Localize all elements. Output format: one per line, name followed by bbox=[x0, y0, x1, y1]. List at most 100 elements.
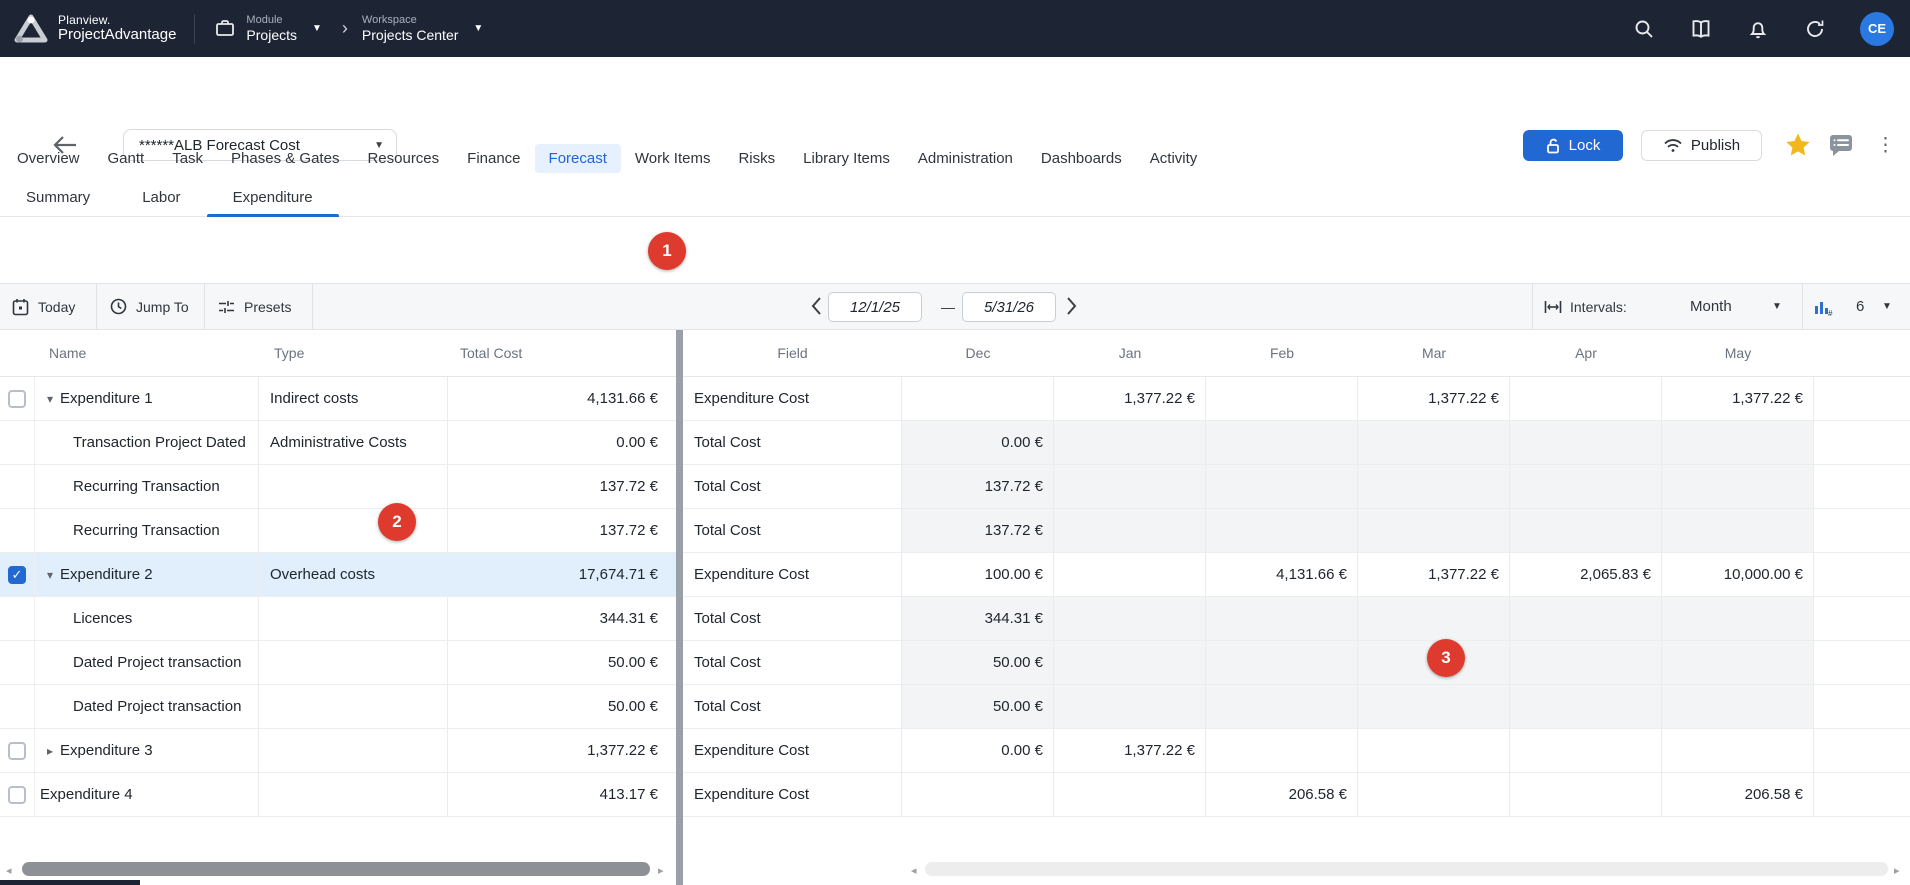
month-value-cell-dec[interactable]: 100.00 € bbox=[902, 553, 1054, 596]
type-cell[interactable] bbox=[259, 685, 448, 728]
tab-overview[interactable]: Overview bbox=[3, 144, 94, 173]
table-row[interactable]: Licences344.31 € bbox=[0, 597, 676, 641]
right-horizontal-scrollbar[interactable] bbox=[925, 862, 1888, 876]
table-row-values[interactable]: Expenditure Cost100.00 €4,131.66 €1,377.… bbox=[683, 553, 1910, 597]
table-row[interactable]: Dated Project transaction 50.00 € bbox=[0, 641, 676, 685]
header-month-dec[interactable]: Dec bbox=[902, 330, 1054, 376]
month-value-cell-may[interactable] bbox=[1662, 729, 1814, 772]
tab-finance[interactable]: Finance bbox=[453, 144, 534, 173]
interval-count-caret-icon[interactable]: ▼ bbox=[1882, 284, 1892, 329]
type-cell[interactable] bbox=[259, 729, 448, 772]
month-value-cell-mar[interactable] bbox=[1358, 465, 1510, 508]
month-value-cell-mar[interactable] bbox=[1358, 509, 1510, 552]
tab-task[interactable]: Task bbox=[158, 144, 217, 173]
total-cost-cell[interactable]: 413.17 € bbox=[448, 773, 676, 816]
name-cell[interactable]: ▸Expenditure 3 bbox=[35, 729, 259, 772]
left-scroll-right-arrow-icon[interactable]: ▸ bbox=[658, 864, 664, 877]
interval-caret-icon[interactable]: ▼ bbox=[1772, 284, 1782, 329]
month-value-cell-apr[interactable]: 2,065.83 € bbox=[1510, 553, 1662, 596]
total-cost-cell[interactable]: 50.00 € bbox=[448, 685, 676, 728]
table-row[interactable]: Dated Project transaction 50.00 € bbox=[0, 685, 676, 729]
collapse-caret-icon[interactable]: ▾ bbox=[40, 568, 60, 582]
type-cell[interactable] bbox=[259, 509, 448, 552]
header-total-cost[interactable]: Total Cost bbox=[448, 330, 676, 376]
name-cell[interactable]: Expenditure 4 bbox=[35, 773, 259, 816]
module-caret-icon[interactable]: ▼ bbox=[312, 23, 322, 34]
month-value-cell-apr[interactable] bbox=[1510, 685, 1662, 728]
month-value-cell-feb[interactable]: 4,131.66 € bbox=[1206, 553, 1358, 596]
tab-gantt[interactable]: Gantt bbox=[94, 144, 159, 173]
range-next-icon[interactable] bbox=[1066, 296, 1078, 316]
month-value-cell-mar[interactable]: 1,377.22 € bbox=[1358, 553, 1510, 596]
bell-icon[interactable] bbox=[1746, 17, 1770, 41]
month-value-cell-may[interactable] bbox=[1662, 597, 1814, 640]
header-month-apr[interactable]: Apr bbox=[1510, 330, 1662, 376]
tab-administration[interactable]: Administration bbox=[904, 144, 1027, 173]
publish-button[interactable]: Publish bbox=[1641, 130, 1762, 161]
table-row-values[interactable]: Total Cost50.00 € bbox=[683, 685, 1910, 729]
tab-resources[interactable]: Resources bbox=[353, 144, 453, 173]
table-row[interactable]: Expenditure 4 413.17 € bbox=[0, 773, 676, 817]
row-checkbox[interactable] bbox=[8, 742, 26, 760]
month-value-cell-jan[interactable] bbox=[1054, 773, 1206, 816]
name-cell[interactable]: ▾Expenditure 1 bbox=[35, 377, 259, 420]
month-value-cell-dec[interactable]: 50.00 € bbox=[902, 641, 1054, 684]
feedback-comment-icon[interactable] bbox=[1828, 133, 1854, 157]
month-value-cell-feb[interactable] bbox=[1206, 685, 1358, 728]
month-value-cell-apr[interactable] bbox=[1510, 465, 1662, 508]
subtab-summary[interactable]: Summary bbox=[0, 182, 116, 216]
month-value-cell-jan[interactable] bbox=[1054, 597, 1206, 640]
month-value-cell-jan[interactable] bbox=[1054, 553, 1206, 596]
month-value-cell-feb[interactable]: 206.58 € bbox=[1206, 773, 1358, 816]
total-cost-cell[interactable]: 137.72 € bbox=[448, 465, 676, 508]
name-cell[interactable]: Recurring Transaction bbox=[35, 465, 259, 508]
month-value-cell-mar[interactable] bbox=[1358, 685, 1510, 728]
subtab-expenditure[interactable]: Expenditure bbox=[207, 182, 339, 216]
collapse-caret-icon[interactable]: ▾ bbox=[40, 392, 60, 406]
range-start-input[interactable]: 12/1/25 bbox=[828, 292, 922, 322]
month-value-cell-apr[interactable] bbox=[1510, 729, 1662, 772]
name-cell[interactable]: Dated Project transaction bbox=[35, 641, 259, 684]
header-name[interactable]: Name bbox=[35, 330, 259, 376]
table-row[interactable]: ▾Expenditure 1Indirect costs4,131.66 € bbox=[0, 377, 676, 421]
month-value-cell-mar[interactable] bbox=[1358, 729, 1510, 772]
tab-phases-gates[interactable]: Phases & Gates bbox=[217, 144, 353, 173]
month-value-cell-apr[interactable] bbox=[1510, 421, 1662, 464]
table-row-values[interactable]: Total Cost137.72 € bbox=[683, 509, 1910, 553]
tab-activity[interactable]: Activity bbox=[1136, 144, 1212, 173]
month-value-cell-jan[interactable] bbox=[1054, 685, 1206, 728]
table-row[interactable]: Recurring Transaction137.72 € bbox=[0, 509, 676, 553]
range-end-input[interactable]: 5/31/26 bbox=[962, 292, 1056, 322]
type-cell[interactable] bbox=[259, 641, 448, 684]
total-cost-cell[interactable]: 1,377.22 € bbox=[448, 729, 676, 772]
month-value-cell-dec[interactable]: 50.00 € bbox=[902, 685, 1054, 728]
left-horizontal-scrollbar[interactable] bbox=[22, 862, 650, 876]
refresh-icon[interactable] bbox=[1803, 17, 1827, 41]
favorite-star-icon[interactable] bbox=[1783, 131, 1813, 159]
name-cell[interactable]: Dated Project transaction bbox=[35, 685, 259, 728]
month-value-cell-may[interactable] bbox=[1662, 641, 1814, 684]
month-value-cell-may[interactable]: 206.58 € bbox=[1662, 773, 1814, 816]
month-value-cell-may[interactable]: 1,377.22 € bbox=[1662, 377, 1814, 420]
left-scroll-left-arrow-icon[interactable]: ◂ bbox=[6, 864, 12, 877]
total-cost-cell[interactable]: 344.31 € bbox=[448, 597, 676, 640]
header-month-mar[interactable]: Mar bbox=[1358, 330, 1510, 376]
month-value-cell-may[interactable] bbox=[1662, 421, 1814, 464]
range-prev-icon[interactable] bbox=[810, 296, 822, 316]
month-value-cell-jan[interactable]: 1,377.22 € bbox=[1054, 729, 1206, 772]
table-row-values[interactable]: Total Cost0.00 € bbox=[683, 421, 1910, 465]
right-scroll-left-arrow-icon[interactable]: ◂ bbox=[911, 864, 917, 877]
month-value-cell-jan[interactable] bbox=[1054, 421, 1206, 464]
today-button[interactable]: Today bbox=[12, 284, 75, 329]
month-value-cell-apr[interactable] bbox=[1510, 641, 1662, 684]
month-value-cell-may[interactable] bbox=[1662, 685, 1814, 728]
month-value-cell-dec[interactable]: 0.00 € bbox=[902, 421, 1054, 464]
name-cell[interactable]: Recurring Transaction bbox=[35, 509, 259, 552]
panel-splitter[interactable] bbox=[676, 330, 683, 885]
row-checkbox[interactable] bbox=[8, 786, 26, 804]
presets-button[interactable]: Presets bbox=[218, 284, 291, 329]
month-value-cell-mar[interactable] bbox=[1358, 421, 1510, 464]
total-cost-cell[interactable]: 50.00 € bbox=[448, 641, 676, 684]
month-value-cell-dec[interactable]: 137.72 € bbox=[902, 465, 1054, 508]
month-value-cell-mar[interactable] bbox=[1358, 773, 1510, 816]
